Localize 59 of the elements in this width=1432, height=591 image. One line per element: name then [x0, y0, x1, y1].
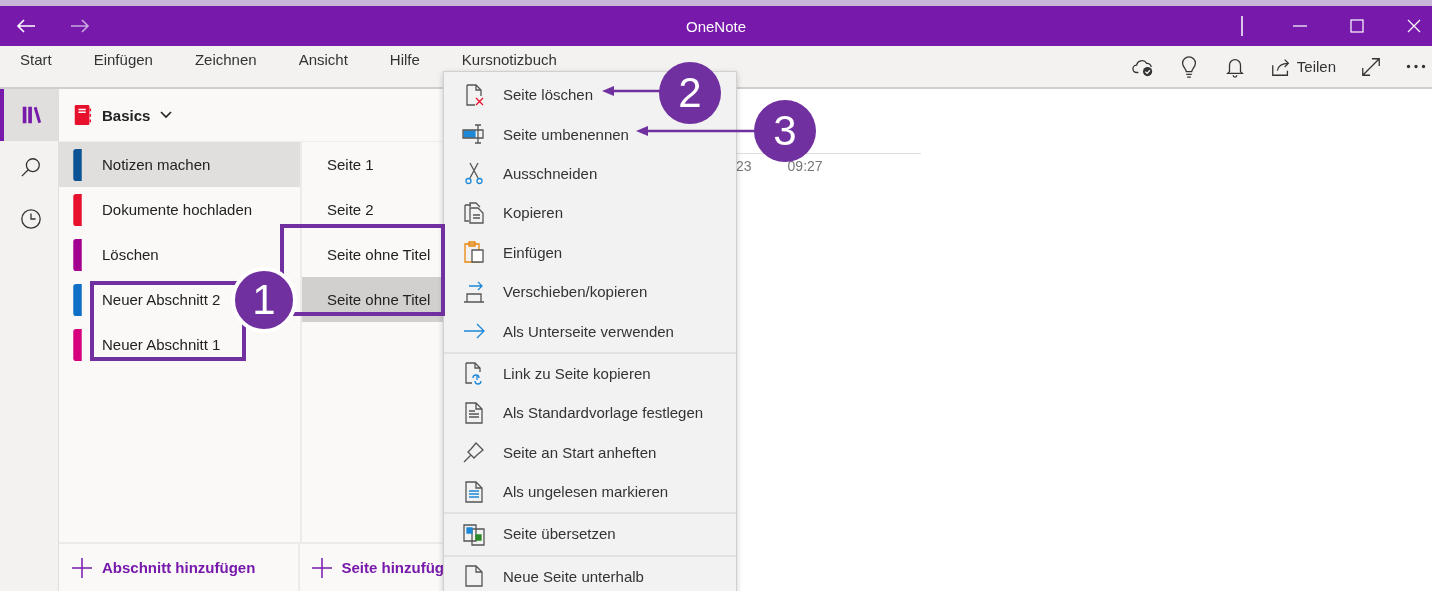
menu-item[interactable]: Als ungelesen markieren [444, 471, 675, 512]
plus-icon [311, 557, 332, 578]
add-section-button[interactable]: Abschnitt hinzufügen [72, 557, 256, 578]
ribbon-tab[interactable]: Einfügen [93, 52, 153, 68]
nav-rail-button[interactable] [0, 89, 58, 141]
add-page-button[interactable]: Seite hinzufüg [311, 557, 444, 578]
notebook-icon [73, 104, 93, 126]
blank-page-icon [462, 564, 486, 589]
menu-item[interactable]: Neue Seite unterhalb [444, 556, 650, 591]
section-item[interactable]: Dokumente hochladen [59, 187, 257, 232]
maximize-icon[interactable] [1350, 19, 1364, 33]
page-item[interactable]: Seite ohne Titel [302, 277, 444, 322]
menu-item[interactable]: Ausschneiden [444, 153, 604, 194]
forward-arrow-icon[interactable] [70, 18, 90, 34]
move-icon [462, 279, 486, 304]
ribbon-tab[interactable]: Hilfe [389, 52, 420, 68]
search-icon [20, 156, 42, 178]
menu-item[interactable]: Seite löschen [444, 75, 600, 115]
menu-item[interactable]: Als Unterseite verwenden [444, 311, 680, 351]
menu-item[interactable]: Link zu Seite kopieren [444, 353, 657, 394]
section-item[interactable]: Neuer Abschnitt 2 [59, 277, 225, 322]
callout-number: 3 [754, 100, 816, 162]
section-item[interactable]: Neuer Abschnitt 1 [59, 322, 225, 367]
clock-icon [20, 208, 42, 230]
close-icon[interactable] [1407, 19, 1421, 33]
ribbon-tab[interactable]: Zeichnen [194, 52, 257, 68]
translate-icon [462, 522, 486, 546]
scissors-icon [462, 161, 486, 186]
notebook-selector[interactable]: Basics [73, 104, 173, 126]
chevron-down-icon [160, 111, 173, 119]
section-item[interactable]: Löschen [59, 232, 163, 277]
ribbon-tab[interactable]: Ansicht [298, 52, 348, 68]
menu-item[interactable]: Einfügen [444, 232, 569, 272]
expand-icon[interactable] [1360, 55, 1382, 78]
library-icon [20, 104, 42, 126]
plus-icon [72, 557, 92, 578]
pin-icon [462, 440, 486, 465]
paste-icon [462, 240, 486, 265]
menu-item[interactable]: Seite an Start anheften [444, 432, 663, 472]
divider-icon [1241, 16, 1243, 36]
menu-item[interactable]: Kopieren [444, 193, 570, 233]
more-icon[interactable] [1406, 64, 1426, 69]
menu-item[interactable]: Seite übersetzen [444, 514, 622, 554]
page-item[interactable]: Seite 1 [302, 142, 444, 187]
menu-item[interactable]: Als Standardvorlage festlegen [444, 393, 710, 433]
ribbon-tab[interactable]: Kursnotizbuch [461, 52, 557, 68]
share-button[interactable]: Teilen [1269, 55, 1336, 78]
callout-arrow [602, 85, 662, 97]
copy-icon [462, 200, 486, 225]
menu-item[interactable]: Seite umbenennen [444, 114, 635, 154]
page-date: 23 [736, 158, 752, 174]
page-icon [462, 400, 486, 425]
back-arrow-icon[interactable] [16, 18, 36, 34]
section-item[interactable]: Notizen machen [59, 142, 300, 187]
window-title: OneNote [686, 17, 746, 35]
rename-icon [462, 122, 486, 147]
ribbon-tab[interactable]: Start [20, 52, 52, 68]
page-lines-icon [462, 479, 486, 504]
menu-item[interactable]: Verschieben/kopieren [444, 271, 654, 312]
